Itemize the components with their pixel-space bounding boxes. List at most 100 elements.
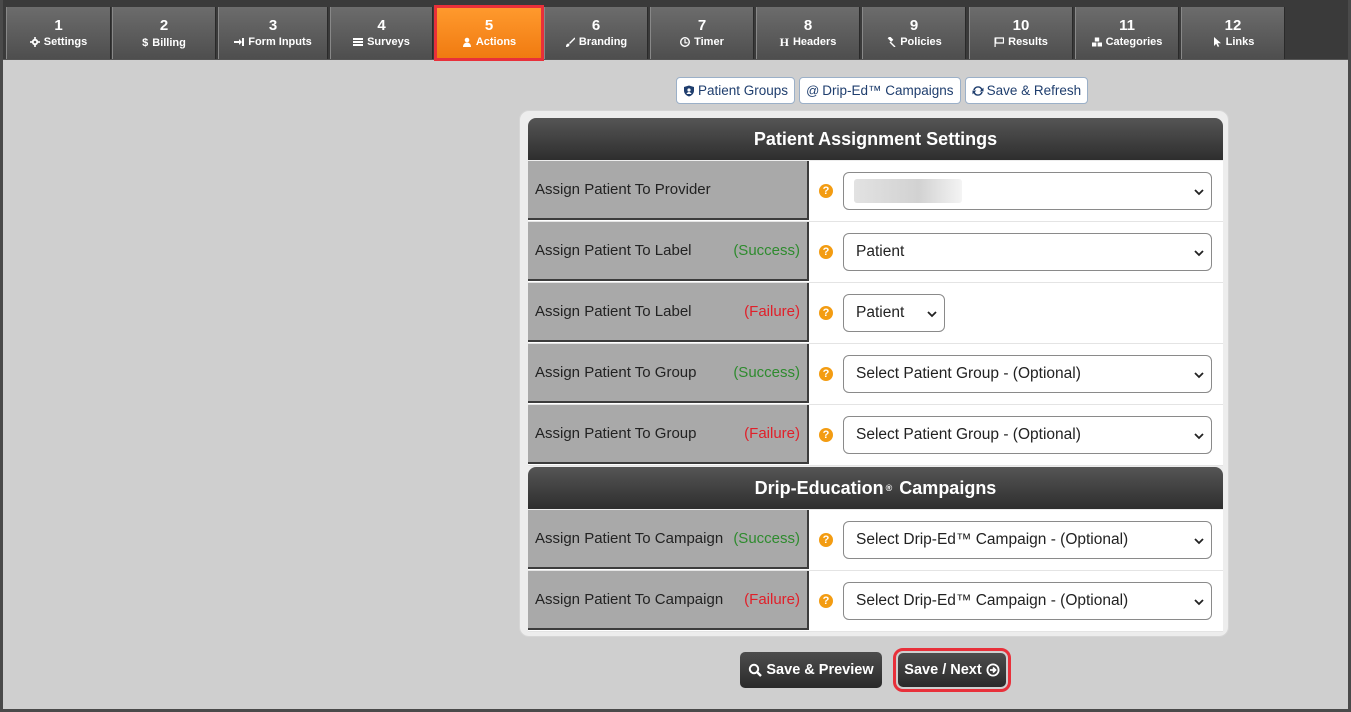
tab-number: 9 <box>909 17 919 34</box>
user-icon <box>462 37 471 47</box>
status-failure: (Failure) <box>744 425 800 442</box>
step-tab-bar: 1 Settings 2 $ Billing 3 Form Inputs 4 Su… <box>0 0 1351 61</box>
select-value: Patient <box>856 304 905 321</box>
status-success: (Success) <box>733 242 800 259</box>
redacted-value <box>854 179 962 203</box>
campaign-failure-select[interactable]: Select Drip-Ed™ Campaign - (Optional) <box>843 582 1212 620</box>
tab-label: Policies <box>900 36 942 48</box>
tab-categories[interactable]: 11 Categories <box>1075 7 1179 59</box>
registered-mark: ® <box>885 483 893 493</box>
pointer-icon <box>1213 37 1221 47</box>
tab-number: 3 <box>268 17 278 34</box>
tab-headers[interactable]: 8 H Headers <box>756 7 860 59</box>
assign-campaign-failure-row: Assign Patient To Campaign (Failure) ? Se… <box>528 571 1223 632</box>
tab-results[interactable]: 10 Results <box>969 7 1073 59</box>
save-preview-button[interactable]: Save & Preview <box>740 652 882 688</box>
help-icon[interactable]: ? <box>819 245 833 259</box>
tab-billing[interactable]: 2 $ Billing <box>112 7 216 59</box>
tab-number: 1 <box>54 17 63 34</box>
patient-assignment-header: Patient Assignment Settings <box>528 118 1223 160</box>
assign-group-success-row: Assign Patient To Group (Success) ? Selec… <box>528 344 1223 405</box>
tab-label: Timer <box>694 36 724 48</box>
tab-actions[interactable]: 5 Actions <box>434 5 544 61</box>
drip-ed-campaigns-label: Drip-Ed™ Campaigns <box>822 83 954 98</box>
tab-number: 4 <box>377 17 386 34</box>
tab-number: 2 <box>159 17 169 34</box>
patient-groups-button[interactable]: Patient Groups <box>676 77 796 104</box>
section-title-rest: Campaigns <box>894 477 997 498</box>
select-value: Select Patient Group - (Optional) <box>856 426 1081 443</box>
group-failure-select[interactable]: Select Patient Group - (Optional) <box>843 416 1212 454</box>
save-refresh-button[interactable]: Save & Refresh <box>964 77 1089 104</box>
select-value: Select Patient Group - (Optional) <box>856 365 1081 382</box>
chevron-down-icon <box>1194 189 1204 196</box>
save-next-label: Save / Next <box>904 662 982 678</box>
status-failure: (Failure) <box>744 303 800 320</box>
tab-number: 12 <box>1224 17 1242 34</box>
help-icon[interactable]: ? <box>819 428 833 442</box>
row-label: Assign Patient To Label (Success) <box>528 222 809 281</box>
help-icon[interactable]: ? <box>819 184 833 198</box>
assign-campaign-success-row: Assign Patient To Campaign (Success) ? Se… <box>528 510 1223 571</box>
help-icon[interactable]: ? <box>819 367 833 381</box>
assign-label-failure-row: Assign Patient To Label (Failure) ? Patie… <box>528 283 1223 344</box>
status-success: (Success) <box>733 530 800 547</box>
chevron-down-icon <box>1194 433 1204 440</box>
patient-groups-label: Patient Groups <box>698 83 789 98</box>
save-preview-label: Save & Preview <box>766 662 874 678</box>
help-icon[interactable]: ? <box>819 306 833 320</box>
label-success-select[interactable]: Patient <box>843 233 1212 271</box>
row-label: Assign Patient To Label (Failure) <box>528 283 809 342</box>
chevron-down-icon <box>927 311 937 318</box>
at-icon: @ <box>806 83 820 98</box>
tab-timer[interactable]: 7 Timer <box>650 7 754 59</box>
tab-links[interactable]: 12 Links <box>1181 7 1285 59</box>
chevron-down-icon <box>1194 538 1204 545</box>
panel-toolbar: Patient Groups @ Drip-Ed™ Campaigns Save… <box>676 77 1089 104</box>
tab-label: Surveys <box>367 36 410 48</box>
row-label-text: Assign Patient To Campaign <box>535 591 724 608</box>
tab-label: Results <box>1008 36 1048 48</box>
tab-label: Billing <box>152 37 186 49</box>
campaign-success-select[interactable]: Select Drip-Ed™ Campaign - (Optional) <box>843 521 1212 559</box>
tab-label: Branding <box>578 36 628 48</box>
row-label: Assign Patient To Campaign (Failure) <box>528 571 809 630</box>
tab-number: 5 <box>484 17 494 34</box>
tab-label: Headers <box>792 36 837 48</box>
chevron-down-icon <box>1194 372 1204 379</box>
drip-ed-campaigns-button[interactable]: @ Drip-Ed™ Campaigns <box>799 77 961 104</box>
tab-branding[interactable]: 6 Branding <box>544 7 648 59</box>
status-failure: (Failure) <box>744 591 800 608</box>
section-title: Drip-Education <box>754 477 884 498</box>
tab-label: Settings <box>43 36 88 48</box>
row-label-text: Assign Patient To Group <box>535 364 697 381</box>
dollar-icon: $ <box>142 37 149 49</box>
header-icon: H <box>779 35 789 49</box>
tab-label: Form Inputs <box>248 36 312 48</box>
tab-number: 8 <box>803 17 813 34</box>
help-icon[interactable]: ? <box>819 533 833 547</box>
brush-icon <box>565 37 575 47</box>
row-label-text: Assign Patient To Provider <box>535 181 711 198</box>
row-label-text: Assign Patient To Group <box>535 425 697 442</box>
group-success-select[interactable]: Select Patient Group - (Optional) <box>843 355 1212 393</box>
label-failure-select[interactable]: Patient <box>843 294 945 332</box>
section-title: Patient Assignment Settings <box>753 128 998 149</box>
tab-policies[interactable]: 9 Policies <box>862 7 966 59</box>
save-next-button[interactable]: Save / Next <box>893 648 1011 692</box>
flag-icon <box>994 37 1005 47</box>
help-icon[interactable]: ? <box>819 594 833 608</box>
row-label-text: Assign Patient To Label <box>535 242 692 259</box>
tab-form-inputs[interactable]: 3 Form Inputs <box>218 7 328 59</box>
row-label: Assign Patient To Campaign (Success) <box>528 510 809 569</box>
row-label: Assign Patient To Group (Failure) <box>528 405 809 464</box>
tab-surveys[interactable]: 4 Surveys <box>330 7 433 59</box>
provider-select[interactable] <box>843 172 1212 210</box>
row-label-text: Assign Patient To Label <box>535 303 692 320</box>
tab-label: Categories <box>1105 36 1163 48</box>
tab-number: 7 <box>697 17 707 34</box>
list-icon <box>353 38 364 46</box>
tab-label: Links <box>1225 36 1255 48</box>
row-label: Assign Patient To Group (Success) <box>528 344 809 403</box>
tab-settings[interactable]: 1 Settings <box>6 7 111 59</box>
